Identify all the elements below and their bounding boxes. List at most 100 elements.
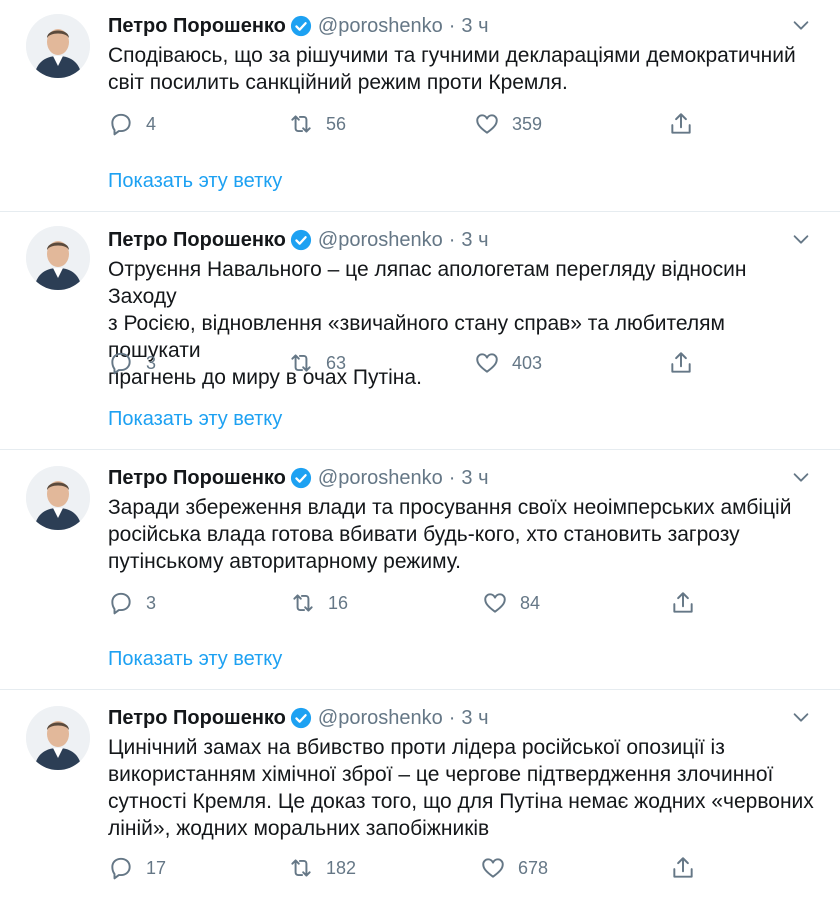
tweet-text: Заради збереження влади та просування св… bbox=[108, 494, 814, 575]
tweet-text-line: Отруєння Навального – це ляпас апологета… bbox=[108, 258, 747, 308]
tweet-text-line: Цинічний замах на вбивство проти лідера … bbox=[108, 736, 725, 759]
tweet-text: Цинічний замах на вбивство проти лідера … bbox=[108, 734, 814, 842]
reply-icon bbox=[111, 352, 131, 375]
reply-count: 4 bbox=[146, 113, 157, 134]
tweet-header: Петро Порошенко @poroshenko · 3 ч bbox=[108, 10, 489, 42]
retweet-icon bbox=[291, 115, 311, 133]
avatar[interactable] bbox=[26, 226, 90, 290]
retweet-icon bbox=[291, 859, 311, 877]
author-name[interactable]: Петро Порошенко bbox=[108, 15, 286, 38]
reply-button[interactable]: 3 bbox=[108, 589, 156, 617]
reply-button[interactable]: 4 bbox=[108, 110, 156, 138]
like-button[interactable]: 403 bbox=[474, 349, 542, 377]
retweet-count: 182 bbox=[326, 857, 357, 878]
share-button[interactable] bbox=[670, 854, 696, 882]
avatar[interactable] bbox=[26, 14, 90, 78]
tweet-text-line: використанням хімічної зброї – це чергов… bbox=[108, 763, 774, 786]
retweet-count: 16 bbox=[328, 592, 349, 613]
retweet-count: 56 bbox=[326, 113, 347, 134]
reply-count: 17 bbox=[146, 857, 167, 878]
share-icon bbox=[673, 857, 693, 878]
author-name[interactable]: Петро Порошенко bbox=[108, 467, 286, 490]
separator-dot: · bbox=[448, 706, 456, 729]
tweet[interactable]: Петро Порошенко @poroshenko · 3 ч Сподів… bbox=[0, 0, 840, 212]
author-handle[interactable]: @poroshenko bbox=[318, 707, 443, 730]
like-count: 403 bbox=[512, 352, 543, 373]
like-count: 678 bbox=[518, 857, 549, 878]
separator-dot: · bbox=[448, 228, 456, 251]
tweet-text-line: путінському авторитарному режиму. bbox=[108, 550, 461, 573]
tweet[interactable]: Петро Порошенко @poroshenko · 3 ч Отруєн… bbox=[0, 212, 840, 450]
avatar[interactable] bbox=[26, 706, 90, 770]
like-icon bbox=[476, 353, 498, 373]
tweet-text-line: прагнень до миру в очах Путіна. bbox=[108, 366, 422, 389]
verified-badge-icon bbox=[290, 15, 312, 37]
retweet-button[interactable]: 56 bbox=[288, 110, 346, 138]
author-name[interactable]: Петро Порошенко bbox=[108, 707, 286, 730]
tweet-text-line: з Росією, відновлення «звичайного стану … bbox=[108, 312, 725, 362]
show-thread-link[interactable]: Показать эту ветку bbox=[108, 408, 282, 431]
tweet-header: Петро Порошенко @poroshenko · 3 ч bbox=[108, 224, 489, 256]
tweet-text-line: сутності Кремля. Це доказ того, що для П… bbox=[108, 790, 814, 813]
tweet[interactable]: Петро Порошенко @poroshenko · 3 ч Заради… bbox=[0, 450, 840, 690]
tweet-text: Отруєння Навального – це ляпас апологета… bbox=[108, 256, 814, 391]
verified-badge-icon bbox=[290, 707, 312, 729]
timestamp[interactable]: 3 ч bbox=[461, 229, 488, 252]
like-icon bbox=[482, 858, 504, 878]
reply-icon bbox=[111, 857, 131, 880]
reply-count: 3 bbox=[146, 592, 157, 613]
reply-icon bbox=[111, 592, 131, 615]
tweet-text-line: ліній», жодних моральних запобіжників bbox=[108, 817, 490, 840]
show-thread-link[interactable]: Показать эту ветку bbox=[108, 170, 282, 193]
tweet[interactable]: Петро Порошенко @poroshenko · 3 ч Цинічн… bbox=[0, 690, 840, 916]
verified-badge-icon bbox=[290, 467, 312, 489]
like-icon bbox=[484, 593, 506, 613]
reply-count: 3 bbox=[146, 352, 157, 373]
tweet-text-line: Сподіваюсь, що за рішучими та гучними де… bbox=[108, 44, 796, 67]
retweet-icon bbox=[291, 354, 311, 372]
timestamp[interactable]: 3 ч bbox=[461, 15, 488, 38]
chevron-down-icon[interactable] bbox=[790, 14, 812, 36]
tweet-feed: Петро Порошенко @poroshenko · 3 ч Сподів… bbox=[0, 0, 840, 916]
retweet-button[interactable]: 16 bbox=[290, 589, 348, 617]
timestamp[interactable]: 3 ч bbox=[461, 467, 488, 490]
author-handle[interactable]: @poroshenko bbox=[318, 229, 443, 252]
like-button[interactable]: 359 bbox=[474, 110, 542, 138]
chevron-down-icon[interactable] bbox=[790, 706, 812, 728]
retweet-icon bbox=[293, 594, 313, 612]
author-handle[interactable]: @poroshenko bbox=[318, 15, 443, 38]
like-count: 359 bbox=[512, 113, 543, 134]
like-button[interactable]: 84 bbox=[482, 589, 540, 617]
retweet-button[interactable]: 63 bbox=[288, 349, 346, 377]
retweet-button[interactable]: 182 bbox=[288, 854, 356, 882]
chevron-down-icon[interactable] bbox=[790, 466, 812, 488]
share-button[interactable] bbox=[668, 110, 694, 138]
tweet-text-line: Заради збереження влади та просування св… bbox=[108, 496, 792, 519]
tweet-text-line: російська влада готова вбивати будь-кого… bbox=[108, 523, 740, 546]
chevron-down-icon[interactable] bbox=[790, 228, 812, 250]
timestamp[interactable]: 3 ч bbox=[461, 707, 488, 730]
tweet-text: Сподіваюсь, що за рішучими та гучними де… bbox=[108, 42, 814, 96]
show-thread-link[interactable]: Показать эту ветку bbox=[108, 648, 282, 671]
separator-dot: · bbox=[448, 466, 456, 489]
tweet-text-line: світ посилить санкційний режим проти Кре… bbox=[108, 71, 568, 94]
retweet-count: 63 bbox=[326, 352, 347, 373]
author-name[interactable]: Петро Порошенко bbox=[108, 229, 286, 252]
verified-badge-icon bbox=[290, 229, 312, 251]
share-icon bbox=[671, 113, 691, 134]
tweet-header: Петро Порошенко @poroshenko · 3 ч bbox=[108, 462, 489, 494]
separator-dot: · bbox=[448, 14, 456, 37]
share-button[interactable] bbox=[670, 589, 696, 617]
like-icon bbox=[476, 114, 498, 134]
reply-icon bbox=[111, 113, 131, 136]
reply-button[interactable]: 17 bbox=[108, 854, 166, 882]
like-count: 84 bbox=[520, 592, 541, 613]
reply-button[interactable]: 3 bbox=[108, 349, 156, 377]
share-icon bbox=[671, 352, 691, 373]
like-button[interactable]: 678 bbox=[480, 854, 548, 882]
share-icon bbox=[673, 592, 693, 613]
avatar[interactable] bbox=[26, 466, 90, 530]
author-handle[interactable]: @poroshenko bbox=[318, 467, 443, 490]
tweet-header: Петро Порошенко @poroshenko · 3 ч bbox=[108, 702, 489, 734]
share-button[interactable] bbox=[668, 349, 694, 377]
